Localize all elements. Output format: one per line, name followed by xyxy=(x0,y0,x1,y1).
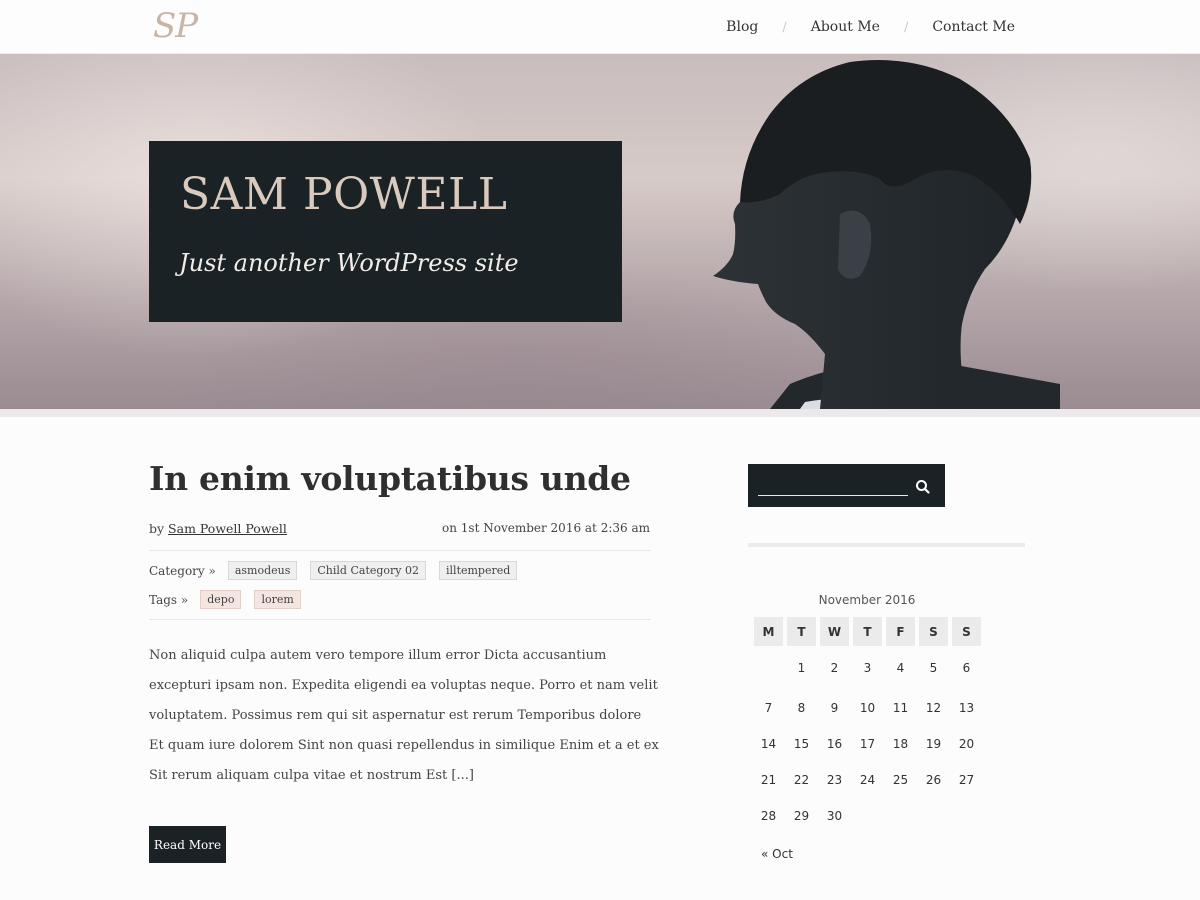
calendar-day: 24 xyxy=(859,773,876,787)
calendar-day: 27 xyxy=(958,773,975,787)
calendar-weekday: T xyxy=(787,617,816,646)
search-icon[interactable] xyxy=(914,478,932,496)
hero-divider xyxy=(0,409,1200,417)
site-title-box: SAM POWELL Just another WordPress site xyxy=(149,141,622,322)
post-byline: by Sam Powell Powell xyxy=(149,521,287,536)
category-chip-asmodeus[interactable]: asmodeus xyxy=(227,561,298,580)
site-title[interactable]: SAM POWELL xyxy=(180,169,507,220)
calendar-day: 7 xyxy=(764,701,773,715)
calendar-day: 11 xyxy=(892,701,909,715)
calendar-day: 14 xyxy=(760,737,777,751)
calendar-day xyxy=(886,798,915,834)
calendar-day: 10 xyxy=(859,701,876,715)
post-date: on 1st November 2016 at 2:36 am xyxy=(442,521,650,535)
nav-item-about-me[interactable]: About Me xyxy=(811,19,880,35)
site-header: SP Blog / About Me / Contact Me xyxy=(0,0,1200,54)
calendar-day xyxy=(952,798,981,834)
calendar-day[interactable]: 1 xyxy=(787,646,816,690)
read-more-button[interactable]: Read More xyxy=(149,826,226,863)
tag-chip-depo[interactable]: depo xyxy=(200,590,242,609)
post-excerpt: Non aliquid culpa autem vero tempore ill… xyxy=(149,648,659,783)
calendar-day: 19 xyxy=(925,737,942,751)
sidebar-divider xyxy=(748,543,1025,547)
divider xyxy=(149,619,651,620)
calendar-day: 29 xyxy=(793,809,810,823)
calendar-day: 17 xyxy=(859,737,876,751)
calendar-day: 20 xyxy=(958,737,975,751)
calendar-weekday: M xyxy=(754,617,783,646)
site-tagline: Just another WordPress site xyxy=(179,249,519,277)
calendar-table: M T W T F S S 1 2 3 4 5 6 7 8 9 10 11 12… xyxy=(750,617,985,834)
tag-chip-lorem[interactable]: lorem xyxy=(254,590,301,609)
post-author-link[interactable]: Sam Powell Powell xyxy=(168,521,287,536)
site-logo[interactable]: SP xyxy=(153,6,198,46)
category-chip-illtempered[interactable]: illtempered xyxy=(439,561,518,580)
calendar-weekday: S xyxy=(919,617,948,646)
calendar-day: 3 xyxy=(863,661,872,675)
calendar-day: 5 xyxy=(929,661,938,675)
calendar-day: 30 xyxy=(826,809,843,823)
calendar-prev-month-link[interactable]: « Oct xyxy=(761,847,793,861)
calendar-weekday: S xyxy=(952,617,981,646)
search-underline xyxy=(758,495,908,496)
hero-banner: SAM POWELL Just another WordPress site xyxy=(0,54,1200,409)
post-categories: Category » asmodeus Child Category 02 il… xyxy=(149,561,530,580)
calendar-day xyxy=(754,646,783,690)
nav-separator: / xyxy=(782,19,787,35)
byline-prefix: by xyxy=(149,521,169,536)
calendar-day: 23 xyxy=(826,773,843,787)
category-chip-child-category-02[interactable]: Child Category 02 xyxy=(310,561,427,580)
calendar-day: 12 xyxy=(925,701,942,715)
calendar-day xyxy=(919,798,948,834)
calendar-day: 6 xyxy=(962,661,971,675)
nav-separator: / xyxy=(903,19,909,35)
calendar-day: 2 xyxy=(830,661,839,675)
post-title[interactable]: In enim voluptatibus unde xyxy=(149,459,631,498)
calendar-day: 26 xyxy=(925,773,942,787)
calendar-day: 8 xyxy=(797,701,806,715)
calendar-day xyxy=(853,798,882,834)
calendar-day: 9 xyxy=(830,701,839,715)
calendar-day: 16 xyxy=(826,737,843,751)
calendar-day: 4 xyxy=(896,661,905,675)
calendar-weekday: T xyxy=(853,617,882,646)
calendar-day: 21 xyxy=(760,773,777,787)
post-tags: Tags » depo lorem xyxy=(149,590,314,609)
tags-label: Tags » xyxy=(149,592,189,607)
calendar-day: 22 xyxy=(793,773,810,787)
calendar-day: 28 xyxy=(760,809,777,823)
calendar-day: 15 xyxy=(793,737,810,751)
calendar-weekday: F xyxy=(886,617,915,646)
calendar-caption: November 2016 xyxy=(818,593,916,607)
nav-item-blog[interactable]: Blog xyxy=(726,19,758,35)
calendar-day: 18 xyxy=(892,737,909,751)
hero-portrait-image xyxy=(713,60,1060,409)
main-nav: Blog / About Me / Contact Me xyxy=(726,19,1015,35)
calendar-day: 13 xyxy=(958,701,975,715)
category-label: Category » xyxy=(149,563,216,578)
search-input[interactable] xyxy=(758,472,908,494)
calendar-weekday: W xyxy=(820,617,849,646)
divider xyxy=(149,550,651,551)
nav-item-contact-me[interactable]: Contact Me xyxy=(932,19,1015,35)
calendar-day: 25 xyxy=(892,773,909,787)
